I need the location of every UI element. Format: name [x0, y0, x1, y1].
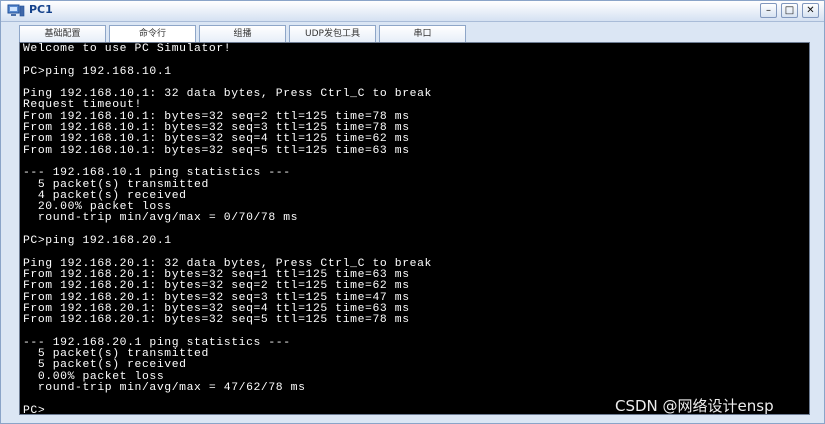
- console-output: Welcome to use PC Simulator! PC>ping 192.…: [23, 43, 805, 414]
- close-button[interactable]: ✕: [802, 3, 819, 18]
- console-line: From 192.168.20.1: bytes=32 seq=2 ttl=12…: [23, 280, 410, 293]
- title-bar[interactable]: PC1 – □ ✕: [1, 1, 824, 22]
- minimize-button[interactable]: –: [760, 3, 777, 18]
- console-line: From 192.168.10.1: bytes=32 seq=4 ttl=12…: [23, 133, 410, 146]
- console-line: From 192.168.10.1: bytes=32 seq=5 ttl=12…: [23, 144, 410, 157]
- console-line: round-trip min/avg/max = 47/62/78 ms: [23, 381, 306, 394]
- console-line: round-trip min/avg/max = 0/70/78 ms: [23, 212, 299, 225]
- tab-multicast[interactable]: 组播: [199, 25, 286, 42]
- console-line: 5 packet(s) received: [23, 359, 187, 372]
- console-line: PC>ping 192.168.10.1: [23, 65, 172, 78]
- pc-simulator-window: PC1 – □ ✕ 基础配置 命令行 组播 UDP发包工具 串口 Welcome…: [0, 0, 825, 424]
- window-controls: – □ ✕: [760, 3, 819, 18]
- console-line: Welcome to use PC Simulator!: [23, 43, 232, 55]
- tab-command-line[interactable]: 命令行: [109, 25, 196, 43]
- tab-basic-config[interactable]: 基础配置: [19, 25, 106, 42]
- tab-udp-tool[interactable]: UDP发包工具: [289, 25, 376, 42]
- maximize-button[interactable]: □: [781, 3, 798, 18]
- watermark-text: CSDN @网络设计ensp: [615, 397, 774, 415]
- command-console[interactable]: Welcome to use PC Simulator! PC>ping 192.…: [19, 42, 810, 415]
- window-title: PC1: [29, 3, 53, 16]
- console-line: --- 192.168.10.1 ping statistics ---: [23, 167, 291, 180]
- tab-serial-port[interactable]: 串口: [379, 25, 466, 42]
- tab-bar: 基础配置 命令行 组播 UDP发包工具 串口: [19, 25, 466, 43]
- console-line: PC>ping 192.168.20.1: [23, 235, 172, 248]
- console-line: From 192.168.20.1: bytes=32 seq=5 ttl=12…: [23, 314, 410, 327]
- pc-icon: [7, 4, 25, 17]
